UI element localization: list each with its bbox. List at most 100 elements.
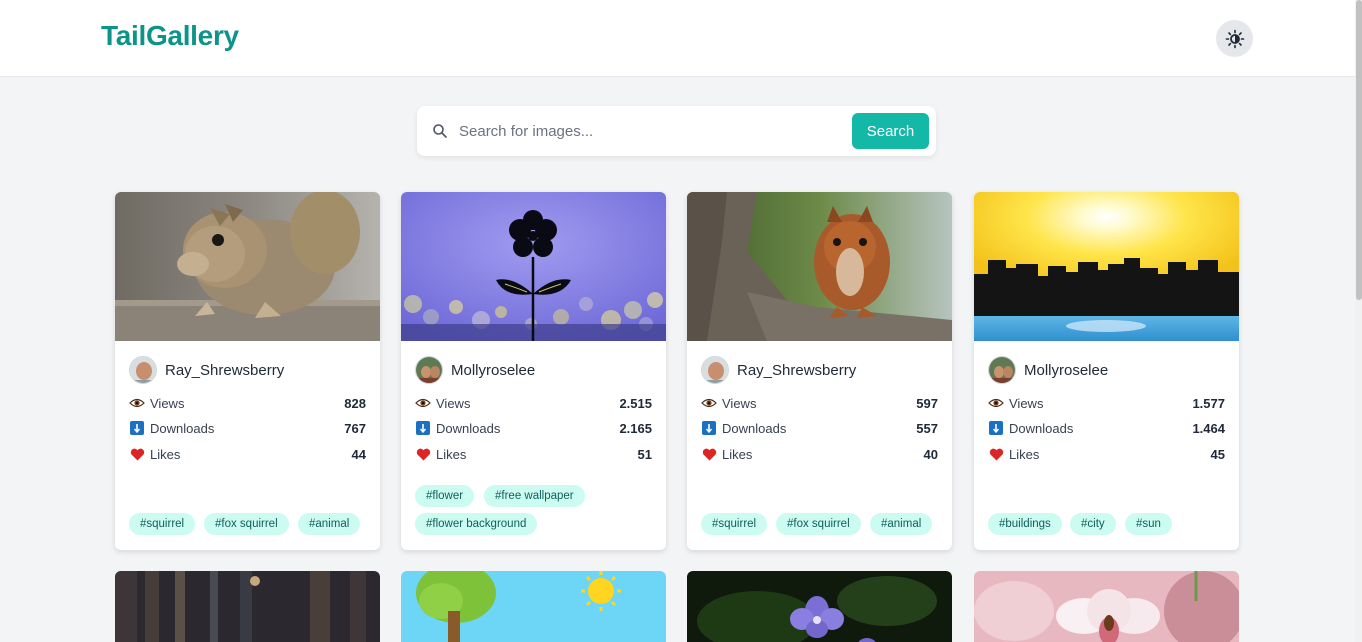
download-icon — [415, 420, 431, 436]
image-card[interactable] — [115, 571, 380, 642]
flower-silhouette-wallpaper — [401, 192, 666, 341]
views-stat: Views 1.577 — [988, 393, 1225, 413]
heart-icon — [129, 446, 145, 462]
avatar — [701, 356, 729, 384]
downloads-label: Downloads — [722, 420, 787, 436]
views-value: 2.515 — [619, 395, 652, 411]
views-stat: Views 2.515 — [415, 393, 652, 413]
city-skyline-sunset — [974, 192, 1239, 341]
theme-toggle-button[interactable] — [1216, 20, 1253, 57]
app-logo[interactable]: TailGallery — [101, 20, 239, 52]
author-info[interactable]: Ray_Shrewsberry — [129, 356, 284, 384]
likes-value: 40 — [923, 446, 938, 462]
likes-stat: Likes 45 — [988, 444, 1225, 464]
heart-icon — [701, 446, 717, 462]
author-name: Mollyroselee — [451, 361, 536, 379]
views-value: 828 — [344, 395, 366, 411]
search-input[interactable] — [459, 116, 839, 146]
likes-label: Likes — [150, 446, 181, 462]
image-card[interactable]: Mollyroselee Views 2.515 Downloads 2.165… — [401, 192, 666, 550]
downloads-label: Downloads — [150, 420, 215, 436]
author-name: Ray_Shrewsberry — [737, 361, 857, 379]
views-stat: Views 828 — [129, 393, 366, 413]
heart-icon — [415, 446, 431, 462]
card-image[interactable] — [115, 192, 380, 341]
search-icon — [433, 124, 447, 138]
avatar — [415, 356, 443, 384]
likes-stat: Likes 51 — [415, 444, 652, 464]
author-info[interactable]: Mollyroselee — [415, 356, 535, 384]
image-card[interactable]: Ray_Shrewsberry Views 597 Downloads 557 … — [687, 192, 952, 550]
tag-chip[interactable]: #flower background — [415, 513, 538, 535]
image-card[interactable] — [974, 571, 1239, 642]
tag-chip[interactable]: #flower — [415, 485, 475, 507]
search-bar: Search — [417, 106, 936, 156]
search-button[interactable]: Search — [852, 113, 929, 149]
likes-value: 51 — [637, 446, 652, 462]
views-value: 1.577 — [1192, 395, 1225, 411]
avatar — [988, 356, 1016, 384]
author-info[interactable]: Ray_Shrewsberry — [701, 356, 856, 384]
views-value: 597 — [916, 395, 938, 411]
downloads-stat: Downloads 557 — [701, 418, 938, 438]
squirrel-on-fence-photo — [115, 192, 380, 341]
tag-chip[interactable]: #squirrel — [701, 513, 768, 535]
views-label: Views — [1009, 395, 1044, 411]
download-icon — [129, 420, 145, 436]
image-card[interactable]: Ray_Shrewsberry Views 828 Downloads 767 … — [115, 192, 380, 550]
downloads-value: 767 — [344, 420, 366, 436]
downloads-label: Downloads — [1009, 420, 1074, 436]
downloads-stat: Downloads 2.165 — [415, 418, 652, 438]
likes-value: 44 — [351, 446, 366, 462]
tag-chip[interactable]: #buildings — [988, 513, 1062, 535]
tag-chip[interactable]: #animal — [298, 513, 361, 535]
image-card[interactable] — [401, 571, 666, 642]
downloads-value: 2.165 — [619, 420, 652, 436]
image-card[interactable]: Mollyroselee Views 1.577 Downloads 1.464… — [974, 192, 1239, 550]
downloads-label: Downloads — [436, 420, 501, 436]
likes-label: Likes — [1009, 446, 1040, 462]
card-image[interactable] — [401, 192, 666, 341]
downloads-stat: Downloads 1.464 — [988, 418, 1225, 438]
download-icon — [988, 420, 1004, 436]
views-label: Views — [722, 395, 757, 411]
eye-icon — [415, 395, 431, 411]
tag-chip[interactable]: #free wallpaper — [484, 485, 585, 507]
image-card[interactable] — [687, 571, 952, 642]
tag-chip[interactable]: #sun — [1125, 513, 1172, 535]
avatar — [129, 356, 157, 384]
views-label: Views — [436, 395, 471, 411]
card-image[interactable] — [974, 192, 1239, 341]
likes-label: Likes — [722, 446, 753, 462]
author-info[interactable]: Mollyroselee — [988, 356, 1108, 384]
likes-label: Likes — [436, 446, 467, 462]
tag-chip[interactable]: #fox squirrel — [776, 513, 861, 535]
likes-value: 45 — [1210, 446, 1225, 462]
views-stat: Views 597 — [701, 393, 938, 413]
eye-icon — [701, 395, 717, 411]
pink-orchid-photo — [974, 571, 1239, 642]
download-icon — [701, 420, 717, 436]
likes-stat: Likes 40 — [701, 444, 938, 464]
dark-forest-photo — [115, 571, 380, 642]
tag-chip[interactable]: #animal — [870, 513, 933, 535]
downloads-value: 557 — [916, 420, 938, 436]
views-label: Views — [150, 395, 185, 411]
sun-moon-icon — [1225, 29, 1244, 48]
purple-flower-photo — [687, 571, 952, 642]
scrollbar-thumb[interactable] — [1356, 0, 1362, 300]
tag-chip[interactable]: #fox squirrel — [204, 513, 289, 535]
top-navbar: TailGallery — [0, 0, 1355, 77]
eye-icon — [988, 395, 1004, 411]
likes-stat: Likes 44 — [129, 444, 366, 464]
downloads-stat: Downloads 767 — [129, 418, 366, 438]
author-name: Mollyroselee — [1024, 361, 1109, 379]
card-image[interactable] — [687, 192, 952, 341]
squirrel-on-tree-photo — [687, 192, 952, 341]
heart-icon — [988, 446, 1004, 462]
tag-chip[interactable]: #city — [1070, 513, 1116, 535]
downloads-value: 1.464 — [1192, 420, 1225, 436]
eye-icon — [129, 395, 145, 411]
tag-chip[interactable]: #squirrel — [129, 513, 196, 535]
author-name: Ray_Shrewsberry — [165, 361, 285, 379]
